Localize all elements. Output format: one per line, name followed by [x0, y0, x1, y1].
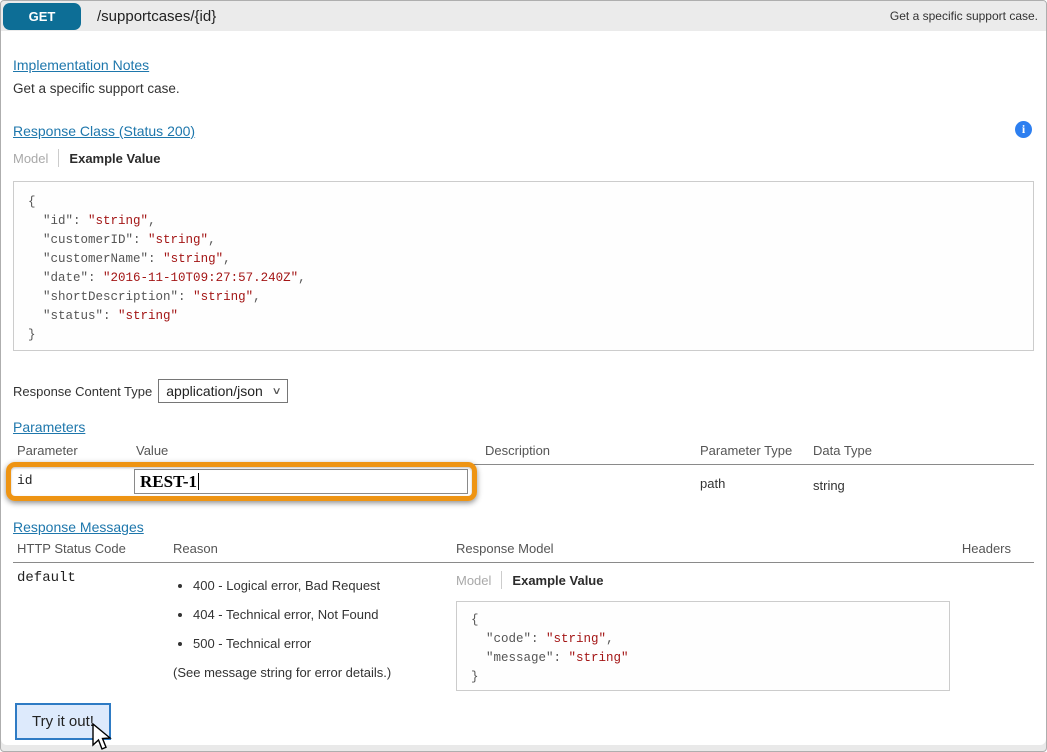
reason-item: 500 - Technical error — [193, 636, 453, 651]
col-value: Value — [136, 443, 168, 458]
response-model-tabs: Model Example Value — [456, 571, 956, 589]
tab-divider — [501, 571, 502, 589]
tab-example-value[interactable]: Example Value — [512, 573, 603, 588]
col-headers: Headers — [962, 541, 1011, 556]
parameter-type-value: path — [700, 476, 725, 491]
reason-item: 404 - Technical error, Not Found — [193, 607, 453, 622]
reason-cell: 400 - Logical error, Bad Request 404 - T… — [173, 578, 453, 680]
response-content-type-select[interactable]: application/json ∨ — [158, 379, 288, 403]
chevron-down-icon: ∨ — [271, 386, 281, 397]
response-example-code: { "id": "string", "customerID": "string"… — [13, 181, 1034, 351]
col-parameter: Parameter — [17, 443, 78, 458]
http-method-badge[interactable]: GET — [3, 3, 81, 30]
text-caret — [198, 473, 199, 490]
response-message-row: default 400 - Logical error, Bad Request… — [13, 567, 1034, 737]
col-description: Description — [485, 443, 550, 458]
swagger-operation-panel: GET /supportcases/{id} Get a specific su… — [0, 0, 1047, 752]
response-content-type-label: Response Content Type — [13, 384, 152, 399]
tab-model[interactable]: Model — [456, 573, 491, 588]
info-icon[interactable]: i — [1015, 121, 1032, 138]
status-code-value: default — [17, 570, 76, 586]
col-response-model: Response Model — [456, 541, 554, 556]
tab-model[interactable]: Model — [13, 151, 48, 166]
parameters-link[interactable]: Parameters — [13, 419, 85, 435]
response-content-type-row: Response Content Type application/json ∨ — [13, 379, 288, 403]
col-parameter-type: Parameter Type — [700, 443, 792, 458]
mouse-cursor-icon — [91, 723, 115, 751]
response-model-cell: Model Example Value { "code": "string", … — [456, 567, 956, 691]
tab-example-value[interactable]: Example Value — [69, 151, 160, 166]
response-messages-table-header: HTTP Status Code Reason Response Model H… — [13, 541, 1034, 563]
parameters-table-header: Parameter Value Description Parameter Ty… — [13, 443, 1034, 465]
error-model-code: { "code": "string", "message": "string"} — [456, 601, 950, 691]
reason-note: (See message string for error details.) — [173, 665, 453, 680]
parameter-value-text: REST-1 — [140, 472, 197, 492]
tab-divider — [58, 149, 59, 167]
operation-body: Implementation Notes Get a specific supp… — [1, 31, 1046, 745]
endpoint-path[interactable]: /supportcases/{id} — [97, 8, 216, 25]
response-class-tabs: Model Example Value — [13, 149, 160, 167]
col-reason: Reason — [173, 541, 218, 556]
col-data-type: Data Type — [813, 443, 872, 458]
parameter-value-input[interactable]: REST-1 — [134, 469, 468, 494]
reason-list: 400 - Logical error, Bad Request 404 - T… — [173, 578, 453, 651]
operation-header[interactable]: GET /supportcases/{id} Get a specific su… — [1, 1, 1046, 31]
implementation-notes-link[interactable]: Implementation Notes — [13, 57, 149, 73]
operation-summary: Get a specific support case. — [890, 9, 1038, 23]
parameter-name: id — [17, 473, 33, 488]
reason-item: 400 - Logical error, Bad Request — [193, 578, 453, 593]
response-class-link[interactable]: Response Class (Status 200) — [13, 123, 195, 139]
col-http-status-code: HTTP Status Code — [17, 541, 126, 556]
response-messages-link[interactable]: Response Messages — [13, 519, 144, 535]
implementation-notes-text: Get a specific support case. — [13, 81, 180, 96]
selected-content-type: application/json — [166, 383, 263, 399]
parameter-row: id REST-1 path string — [13, 469, 1034, 511]
data-type-value: string — [813, 478, 845, 493]
